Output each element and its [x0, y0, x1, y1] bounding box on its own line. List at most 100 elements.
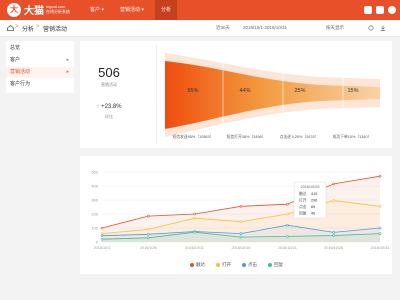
tooltip-label: 触达	[299, 191, 307, 196]
nav-item-campaigns[interactable]: 营销活动 ▾	[114, 0, 150, 20]
sidebar-item-label: 营销活动	[10, 69, 31, 75]
funnel-stage-label: 点击进入25%（2676）	[280, 134, 319, 139]
data-point	[286, 223, 289, 227]
data-point	[239, 232, 243, 235]
data-point	[193, 216, 196, 220]
settings-icon[interactable]	[364, 6, 372, 14]
breadcrumb-analysis[interactable]: 分析	[22, 24, 34, 33]
data-point	[193, 230, 196, 234]
data-point	[100, 226, 104, 230]
tooltip-value: 296	[311, 199, 317, 203]
sidebar-item-label: 总览	[10, 45, 21, 51]
logo-tagline: 在线分析系统	[46, 9, 70, 14]
breadcrumb-separator: >	[36, 24, 40, 30]
legend-item[interactable]: 打开	[216, 262, 231, 268]
breadcrumb-campaigns[interactable]: 营销活动	[43, 24, 67, 33]
sidebar-item-label: 客户行为	[10, 81, 31, 87]
funnel-stage-pct: 95%	[187, 88, 198, 94]
tooltip-value: 69	[311, 205, 315, 209]
sidebar-item-behavior[interactable]: 客户行为	[6, 79, 74, 90]
legend-swatch	[190, 262, 194, 267]
logo-text: 大猫	[24, 6, 44, 17]
tooltip-value: 415	[311, 192, 317, 196]
top-navigation-bar: 大 大猫 bigcat.com 在线分析系统 客户 ▾ 营销活动 ▾ 分析	[0, 0, 400, 20]
funnel-card: 506 营销活动 ↑ +23.8% 环比 95% 44% 25% 15% 短信发…	[80, 41, 392, 148]
notification-icon[interactable]	[376, 6, 384, 14]
sidebar-item-label: 客户	[10, 57, 21, 63]
data-point	[239, 204, 243, 208]
nav-item-customers[interactable]: 客户 ▾	[84, 0, 110, 20]
legend-item[interactable]: 点击	[242, 262, 257, 268]
x-tick-label: 2016/10/21	[278, 246, 297, 250]
sidebar-item-overview[interactable]: 总览	[6, 43, 74, 54]
data-point	[286, 202, 289, 206]
chevron-right-icon: ▸	[66, 57, 69, 63]
data-point	[100, 237, 104, 241]
nav-item-analysis[interactable]: 分析	[155, 0, 178, 20]
data-point	[147, 214, 150, 218]
data-point	[332, 199, 335, 202]
funnel-stage-pct: 25%	[294, 88, 305, 94]
data-point	[286, 235, 289, 238]
logo-icon: 大	[7, 3, 21, 17]
line-chart: 500 400 300 200 100 02016/10/1 2016/10/6 2016/1…	[91, 170, 389, 251]
download-icon[interactable]	[380, 25, 386, 31]
tooltip-date: 2016/10/25	[300, 185, 319, 189]
legend-label: 触达	[196, 262, 205, 267]
data-point	[378, 232, 382, 235]
sidebar: 总览 客户 ▸ 营销活动 ▸ 客户行为	[6, 41, 74, 93]
legend-swatch	[268, 262, 272, 267]
home-icon[interactable]	[7, 25, 14, 31]
x-tick-label: 2016/10/26	[324, 246, 343, 250]
legend-swatch	[242, 262, 246, 267]
funnel-stage-label: 短信发送95%（10563）	[173, 134, 214, 139]
x-tick-label: 2016/10/6	[140, 246, 157, 250]
funnel-chart: 95% 44% 25% 15% 短信发送95%（10563） 短信打开38%（3…	[165, 51, 380, 139]
legend-label: 点击	[248, 262, 257, 267]
display-mode-select[interactable]: 按天显示	[326, 25, 344, 31]
data-point	[147, 236, 150, 240]
avatar[interactable]	[388, 6, 396, 14]
data-point	[193, 212, 196, 216]
data-point	[100, 232, 104, 235]
tooltip-label: 打开	[299, 198, 307, 203]
tooltip-value: 46	[311, 212, 315, 216]
x-tick-label: 2016/10/31	[370, 246, 389, 250]
line-chart-card: 500 400 300 200 100 0 2016/10/1 2016/10/6 2016/1…	[80, 156, 392, 274]
data-point	[378, 204, 382, 208]
data-point	[147, 233, 150, 236]
data-point	[332, 234, 335, 237]
x-tick-label: 2016/10/1	[94, 246, 111, 250]
date-range-display[interactable]: 2016/10/1-2016/10/31	[243, 25, 287, 30]
y-tick-label: 400	[91, 184, 98, 189]
legend-swatch	[216, 262, 220, 267]
data-point	[378, 226, 382, 230]
sidebar-item-customers[interactable]: 客户 ▸	[6, 55, 74, 66]
legend-label: 回复	[274, 262, 283, 267]
date-range-select[interactable]: 近30天	[216, 25, 230, 31]
y-tick-label: 300	[91, 198, 98, 203]
legend-item[interactable]: 触达	[190, 262, 205, 268]
data-point	[378, 174, 382, 178]
y-tick-label: 100	[91, 226, 98, 231]
funnel-stage-label: 短信打开38%（3498）	[227, 134, 266, 139]
legend-item[interactable]: 回复	[268, 262, 283, 268]
funnel-stage-label: 成功下单15%（1340）	[333, 134, 372, 139]
y-tick-label: 200	[91, 212, 98, 217]
data-point	[147, 228, 150, 231]
refresh-icon[interactable]	[368, 25, 374, 31]
tooltip-label: 回复	[299, 211, 307, 216]
breadcrumb-bar: > 分析 > 营销活动 近30天 2016/10/1-2016/10/31 按天…	[0, 20, 400, 37]
legend-label: 打开	[222, 262, 231, 267]
funnel-stage-pct: 44%	[239, 88, 250, 94]
y-tick-label: 0	[96, 240, 99, 245]
breadcrumb-separator: >	[15, 24, 19, 30]
data-point	[332, 231, 335, 234]
data-point	[239, 220, 243, 223]
y-tick-label: 500	[91, 170, 98, 175]
tooltip-label: 点击	[299, 204, 307, 209]
chevron-right-icon: ▸	[66, 69, 69, 75]
funnel-shape	[165, 61, 380, 129]
x-tick-label: 2016/10/11	[185, 246, 204, 250]
sidebar-item-campaigns[interactable]: 营销活动 ▸	[6, 67, 74, 78]
